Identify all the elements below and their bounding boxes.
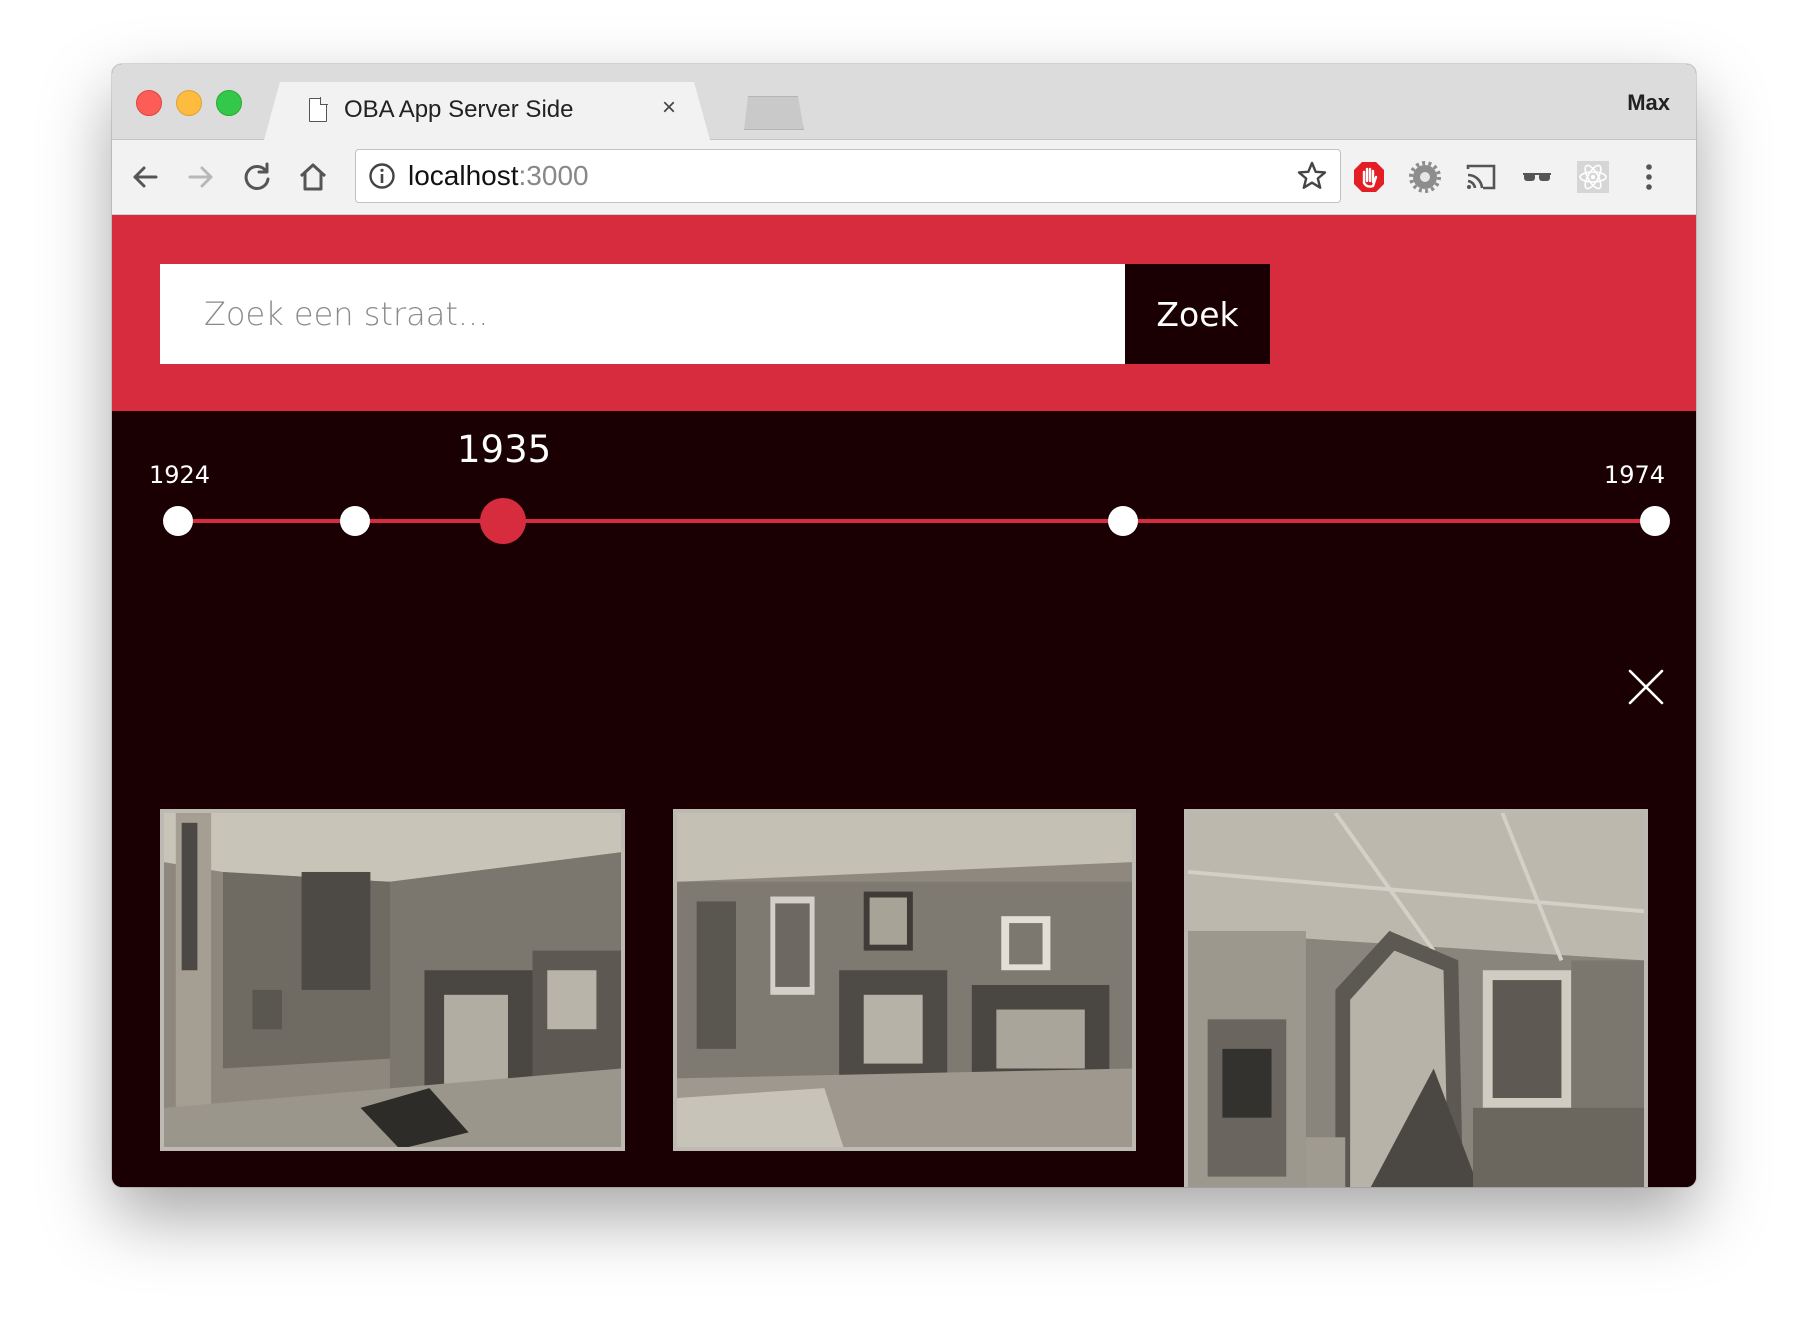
react-devtools-icon[interactable] bbox=[1576, 160, 1610, 194]
search-header: Zoek bbox=[112, 215, 1696, 411]
forward-arrow-icon[interactable] bbox=[182, 158, 220, 196]
document-icon bbox=[309, 98, 327, 122]
timeline-point[interactable] bbox=[1108, 506, 1139, 536]
year-timeline: 1924 1935 1974 bbox=[112, 411, 1696, 651]
timeline-track bbox=[177, 519, 1655, 523]
home-icon[interactable] bbox=[294, 158, 332, 196]
timeline-point[interactable] bbox=[163, 506, 193, 536]
more-menu-icon[interactable] bbox=[1632, 160, 1666, 194]
tab-bar: OBA App Server Side × Max bbox=[112, 64, 1696, 140]
interior-photo-image bbox=[164, 813, 621, 1147]
timeline-end-year: 1974 bbox=[1603, 461, 1665, 489]
browser-tab[interactable]: OBA App Server Side × bbox=[264, 82, 710, 140]
interior-photo-image bbox=[1188, 813, 1644, 1187]
settings-gear-extension-icon[interactable] bbox=[1408, 160, 1442, 194]
result-photo[interactable] bbox=[673, 809, 1136, 1151]
search-input[interactable] bbox=[160, 264, 1125, 364]
tab-title: OBA App Server Side bbox=[344, 96, 574, 123]
cast-icon[interactable] bbox=[1464, 160, 1498, 194]
browser-window: OBA App Server Side × Max localhost:3000 bbox=[112, 64, 1696, 1187]
reload-icon[interactable] bbox=[238, 158, 276, 196]
search-button[interactable]: Zoek bbox=[1125, 264, 1270, 364]
url-port: :3000 bbox=[518, 160, 589, 191]
tab-close-button[interactable]: × bbox=[662, 94, 676, 122]
info-icon[interactable] bbox=[368, 162, 396, 190]
browser-toolbar: localhost:3000 bbox=[112, 140, 1696, 215]
page-content: Zoek 1924 1935 1974 bbox=[112, 215, 1696, 1187]
timeline-point[interactable] bbox=[1640, 506, 1670, 536]
timeline-point[interactable] bbox=[340, 506, 371, 536]
timeline-start-year: 1924 bbox=[149, 461, 211, 489]
address-bar[interactable]: localhost:3000 bbox=[355, 149, 1341, 203]
profile-name[interactable]: Max bbox=[1627, 90, 1670, 116]
glasses-extension-icon[interactable] bbox=[1520, 160, 1554, 194]
interior-photo-image bbox=[677, 813, 1132, 1147]
timeline-active-year: 1935 bbox=[457, 428, 552, 471]
adblock-extension-icon[interactable] bbox=[1352, 160, 1386, 194]
url-host: localhost bbox=[408, 160, 519, 191]
close-window-button[interactable] bbox=[136, 90, 162, 116]
back-arrow-icon[interactable] bbox=[126, 158, 164, 196]
result-photo[interactable] bbox=[160, 809, 625, 1151]
close-icon[interactable] bbox=[1626, 667, 1666, 707]
url-text: localhost:3000 bbox=[408, 160, 589, 192]
minimize-window-button[interactable] bbox=[176, 90, 202, 116]
timeline-point[interactable] bbox=[479, 498, 526, 544]
bookmark-star-icon[interactable] bbox=[1296, 160, 1328, 192]
zoom-window-button[interactable] bbox=[216, 90, 242, 116]
result-photo[interactable] bbox=[1184, 809, 1648, 1187]
new-tab-button[interactable] bbox=[738, 96, 804, 130]
